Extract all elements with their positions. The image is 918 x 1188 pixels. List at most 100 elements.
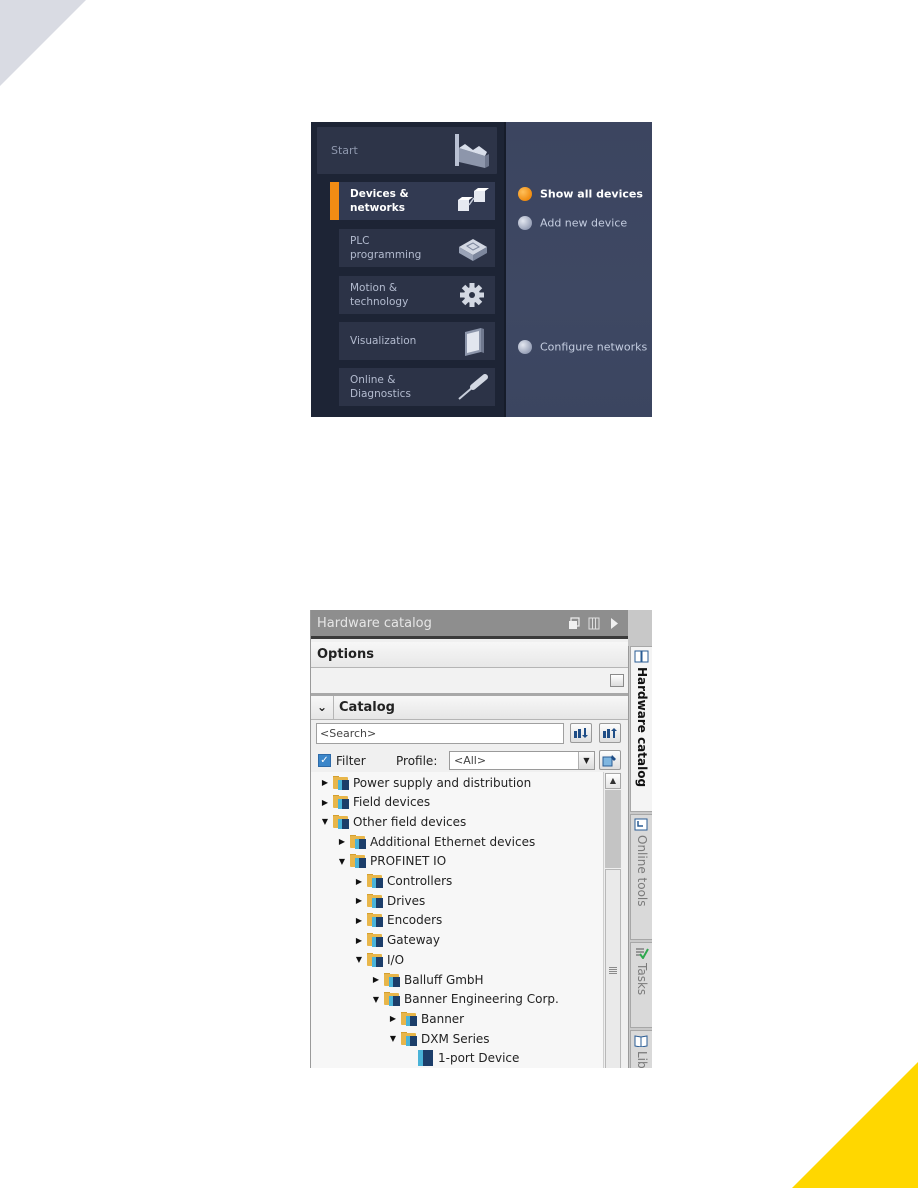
collapsed-arrow-icon[interactable]: ▶: [337, 837, 347, 846]
action-label: Configure networks: [540, 340, 648, 354]
scroll-up-icon[interactable]: ▲: [605, 773, 621, 789]
tree-item[interactable]: ▶ Drives: [354, 891, 425, 910]
filter-checkbox[interactable]: ✓: [318, 754, 331, 767]
catalog-search-input[interactable]: [316, 723, 564, 744]
expanded-arrow-icon[interactable]: ▼: [354, 955, 364, 964]
nav-online-diagnostics[interactable]: Online & Diagnostics: [339, 368, 495, 406]
tree-item[interactable]: ▶ Gateway: [354, 931, 440, 950]
device-folder-icon: [367, 913, 384, 928]
tasks-check-icon: [636, 948, 649, 959]
side-tab-tasks[interactable]: Tasks: [630, 942, 652, 1028]
tree-item[interactable]: 1-port Device: [405, 1049, 519, 1068]
search-down-button[interactable]: [570, 723, 592, 743]
tree-item-label: I/O: [387, 952, 405, 967]
split-view-icon[interactable]: [588, 617, 600, 630]
search-up-button[interactable]: [599, 723, 621, 743]
collapsed-arrow-icon[interactable]: ▶: [388, 1014, 398, 1023]
catalog-tree: ▶ Power supply and distribution ▶ Field dev…: [311, 772, 603, 1068]
side-tab-label: Online tools: [635, 835, 649, 907]
bullet-icon: [518, 340, 532, 354]
expanded-arrow-icon[interactable]: ▼: [320, 817, 330, 826]
nav-start[interactable]: Start: [317, 127, 497, 174]
expanded-arrow-icon[interactable]: ▼: [371, 995, 381, 1004]
tree-vertical-scrollbar[interactable]: ▲: [603, 772, 622, 1068]
tree-item[interactable]: ▼ Banner Engineering Corp.: [371, 990, 559, 1009]
devices-networks-icon: [458, 188, 489, 211]
device-folder-icon: [367, 874, 384, 888]
profile-settings-button[interactable]: [599, 750, 621, 770]
expanded-arrow-icon[interactable]: ▼: [388, 1034, 398, 1043]
collapsed-arrow-icon[interactable]: ▶: [354, 877, 364, 886]
decorative-corner-top-left: [0, 0, 86, 86]
nav-motion-technology[interactable]: Motion & technology: [339, 276, 495, 314]
collapsed-arrow-icon[interactable]: ▶: [354, 916, 364, 925]
nav-tile-label: Online &: [350, 374, 396, 386]
profile-label: Profile:: [396, 754, 438, 768]
profile-dropdown[interactable]: <All> ▼: [449, 751, 595, 770]
nav-tile-label: networks: [350, 202, 405, 214]
collapsed-arrow-icon[interactable]: ▶: [320, 798, 330, 807]
scroll-track[interactable]: [605, 790, 621, 868]
nav-devices-networks[interactable]: Devices & networks: [330, 182, 495, 220]
tree-item-label: Controllers: [387, 874, 453, 888]
information-view-icon[interactable]: [610, 674, 624, 687]
side-tab-libraries[interactable]: Lib: [630, 1030, 652, 1068]
side-tab-hardware-catalog[interactable]: Hardware catalog: [630, 646, 652, 812]
tree-item[interactable]: ▶ Banner: [388, 1009, 464, 1028]
tree-item[interactable]: ▼ PROFINET IO: [337, 852, 446, 871]
hardware-catalog-pane: Hardware catalog Options ⌄ Catalog <Sear…: [310, 610, 652, 1068]
filter-label: Filter: [336, 754, 366, 768]
tree-item[interactable]: ▼ I/O: [354, 950, 404, 969]
decorative-corner-bottom-right: [792, 1062, 918, 1188]
tree-item[interactable]: ▶ Power supply and distribution: [320, 773, 531, 792]
options-section-header[interactable]: Options: [311, 642, 628, 668]
collapsed-arrow-icon[interactable]: ▶: [320, 778, 330, 787]
float-window-icon[interactable]: [568, 617, 580, 630]
collapsed-arrow-icon[interactable]: ▶: [371, 975, 381, 984]
chevron-down-icon[interactable]: ⌄: [317, 700, 327, 714]
bullet-icon: [518, 187, 532, 201]
bullet-icon: [518, 216, 532, 230]
tree-item[interactable]: ▼ DXM Series: [388, 1029, 490, 1048]
device-folder-icon: [333, 775, 350, 790]
options-section-body: [311, 668, 628, 696]
collapse-pane-icon[interactable]: [608, 617, 620, 630]
device-folder-icon: [350, 834, 367, 849]
device-folder-icon: [401, 1011, 418, 1026]
action-configure-networks[interactable]: Configure networks: [518, 340, 647, 354]
expanded-arrow-icon[interactable]: ▼: [337, 857, 347, 866]
device-folder-icon: [367, 952, 384, 967]
action-label: Show all devices: [540, 187, 643, 201]
tree-item[interactable]: ▶ Controllers: [354, 872, 452, 891]
device-folder-icon: [333, 795, 350, 810]
tree-item[interactable]: ▶ Field devices: [320, 793, 430, 812]
action-show-all-devices[interactable]: Show all devices: [518, 187, 643, 201]
nav-plc-programming[interactable]: PLC programming: [339, 229, 495, 267]
profile-settings-icon: [602, 755, 616, 767]
gear-icon: [460, 283, 484, 307]
side-task-tabs: Hardware catalog Online tools Tasks Lib: [628, 646, 652, 1068]
collapsed-arrow-icon[interactable]: ▶: [354, 896, 364, 905]
action-add-new-device[interactable]: Add new device: [518, 216, 627, 230]
collapsed-arrow-icon[interactable]: ▶: [354, 936, 364, 945]
tree-item[interactable]: ▶ Balluff GmbH: [371, 970, 484, 989]
tree-item-label: 1-port Device: [438, 1051, 520, 1066]
panel-screen-icon: [465, 328, 484, 356]
tree-item[interactable]: ▶ Additional Ethernet devices: [337, 832, 535, 851]
online-tools-icon: [634, 818, 648, 831]
dropdown-arrow-icon[interactable]: ▼: [578, 752, 594, 769]
tree-item[interactable]: ▼ Other field devices: [320, 812, 466, 831]
tree-item-label: Banner Engineering Corp.: [404, 992, 559, 1007]
nav-tile-label: PLC: [350, 235, 370, 247]
catalog-book-icon: [634, 650, 649, 663]
tree-item-label: Gateway: [387, 933, 441, 948]
nav-visualization[interactable]: Visualization: [339, 322, 495, 360]
side-tab-online-tools[interactable]: Online tools: [630, 814, 652, 940]
catalog-section-header[interactable]: ⌄ Catalog: [311, 696, 628, 720]
tree-item[interactable]: ▶ Encoders: [354, 911, 442, 930]
device-folder-icon: [367, 893, 384, 908]
side-tab-strip-top: [628, 610, 652, 646]
nav-tile-label: technology: [350, 296, 409, 308]
scroll-thumb[interactable]: [605, 869, 621, 1068]
plc-chip-icon: [459, 239, 487, 261]
